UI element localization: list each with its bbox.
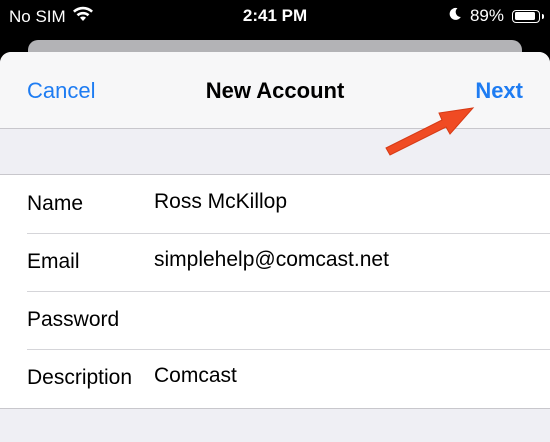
name-label: Name [27,192,84,215]
battery-cap [541,13,544,19]
description-field[interactable]: Comcast [154,364,524,388]
form-row-email[interactable]: Email simplehelp@comcast.net [0,233,550,291]
moon-icon [448,6,462,26]
form-row-description[interactable]: Description Comcast [0,349,550,407]
form-row-password[interactable]: Password [0,291,550,349]
name-field[interactable]: Ross McKillop [154,190,524,214]
description-label: Description [27,366,133,389]
email-field[interactable]: simplehelp@comcast.net [154,248,524,272]
next-button[interactable]: Next [475,78,523,104]
navigation-bar: Cancel New Account Next [0,52,550,129]
password-label: Password [27,308,120,331]
form-row-name[interactable]: Name Ross McKillop [0,175,550,233]
battery-icon [512,9,544,23]
status-right: 89% [448,6,544,26]
battery-percent: 89% [469,6,504,25]
email-label: Email [27,250,80,273]
new-account-sheet: Cancel New Account Next Name Ross McKill… [0,52,550,442]
battery-fill [514,12,535,20]
account-form: Name Ross McKillop Email simplehelp@comc… [0,174,550,409]
status-bar: No SIM 2:41 PM 89% [0,0,550,32]
cancel-button[interactable]: Cancel [27,78,95,104]
